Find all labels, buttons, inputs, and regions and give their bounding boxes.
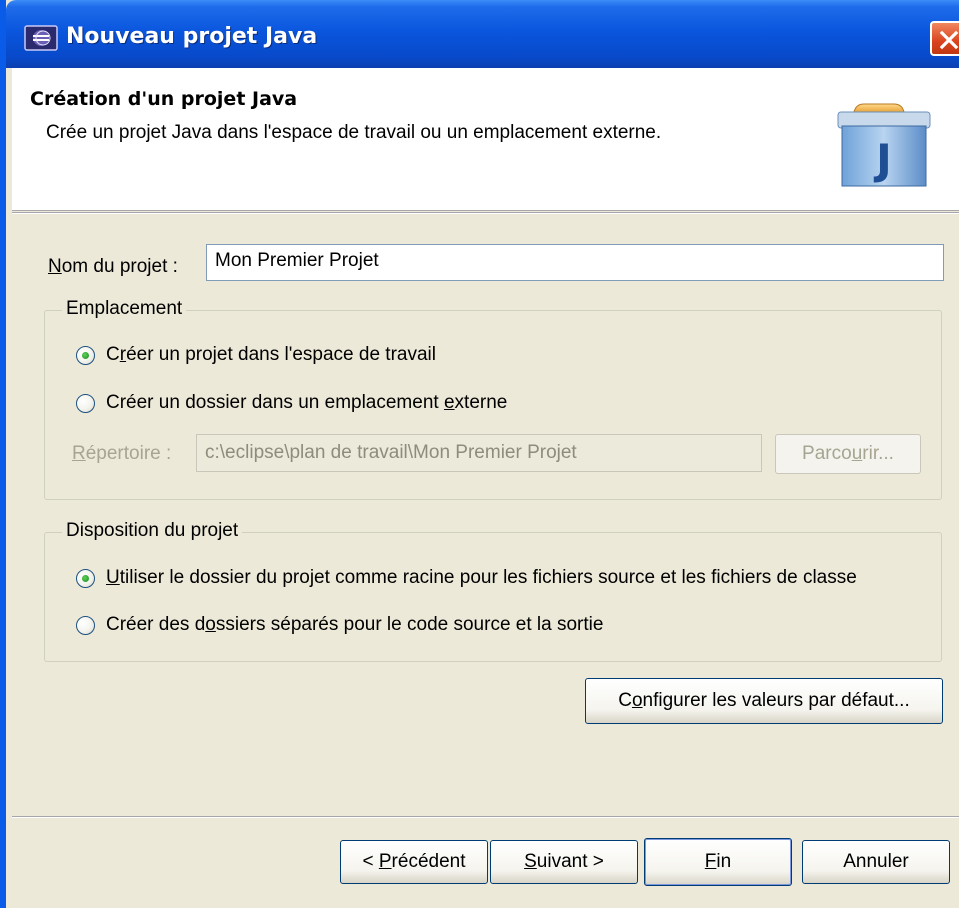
dialog-window: Nouveau projet Java Création d'un projet… [0, 0, 959, 908]
finish-button[interactable]: Fin [644, 838, 792, 886]
project-layout-group-legend: Disposition du projet [62, 520, 243, 542]
java-project-icon: J [830, 102, 938, 198]
eclipse-icon [24, 24, 58, 52]
radio-label-separate: Créer des dossiers séparés pour le code … [106, 614, 604, 635]
directory-label: Répertoire : [72, 443, 172, 464]
wizard-banner: Création d'un projet Java Crée un projet… [12, 68, 959, 211]
next-button[interactable]: Suivant > [490, 840, 638, 884]
radio-button[interactable] [76, 616, 95, 635]
close-button[interactable] [930, 21, 959, 56]
project-layout-group [44, 532, 942, 662]
browse-button[interactable]: Parcourir... [775, 434, 921, 474]
configure-defaults-button[interactable]: Configurer les valeurs par défaut... [585, 678, 943, 724]
project-name-input[interactable]: Mon Premier Projet [206, 244, 944, 281]
radio-label-workspace: Créer un projet dans l'espace de travail [106, 344, 436, 365]
radio-button-checked[interactable] [76, 346, 95, 365]
banner-separator [12, 212, 959, 214]
page-description: Crée un projet Java dans l'espace de tra… [46, 122, 662, 143]
window-title: Nouveau projet Java [66, 24, 318, 49]
title-bar[interactable]: Nouveau projet Java [6, 0, 959, 68]
footer-separator [12, 816, 959, 818]
cancel-button[interactable]: Annuler [802, 840, 950, 884]
project-name-label: Nom du projet : [48, 256, 178, 277]
radio-label-external: Créer un dossier dans un emplacement ext… [106, 392, 508, 413]
radio-label-project-root: Utiliser le dossier du projet comme raci… [106, 567, 857, 588]
directory-input[interactable]: c:\eclipse\plan de travail\Mon Premier P… [196, 434, 762, 472]
page-title: Création d'un projet Java [30, 88, 298, 110]
svg-text:J: J [873, 135, 892, 184]
location-group-legend: Emplacement [62, 298, 187, 320]
radio-button[interactable] [76, 394, 95, 413]
radio-button-checked[interactable] [76, 569, 95, 588]
previous-button[interactable]: < Précédent [340, 840, 488, 884]
